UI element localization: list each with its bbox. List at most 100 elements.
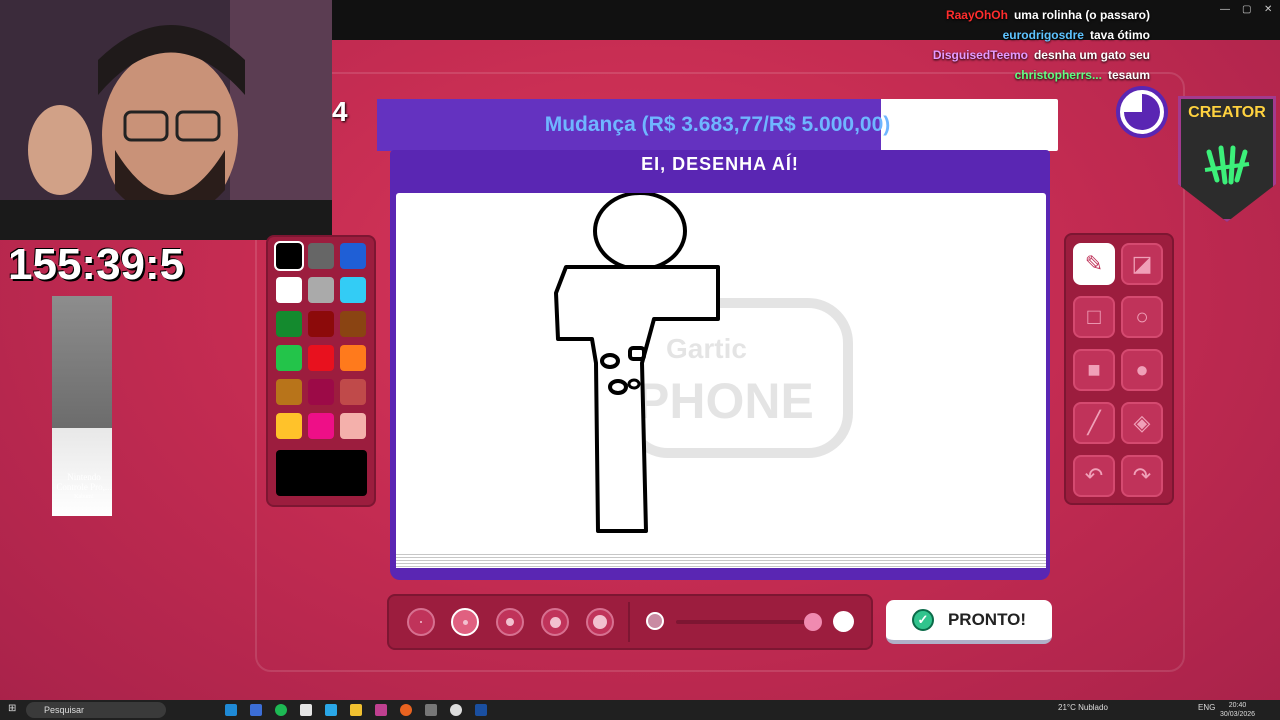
color-swatch[interactable] [276,311,302,337]
drawing-canvas[interactable]: Gartic PHONE [396,191,1046,568]
obs-icon[interactable] [450,704,462,716]
color-swatch[interactable] [340,413,366,439]
color-swatch[interactable] [340,379,366,405]
creator-badge-label: CREATOR [1188,104,1266,121]
taskbar-weather[interactable]: 21°C Nublado [1058,703,1108,712]
color-swatch[interactable] [308,243,334,269]
chat-message: DisguisedTeemo desnha um gato seu [933,48,1150,62]
round-number: 4 [332,96,348,127]
circle-outline-tool[interactable]: ○ [1121,296,1163,338]
line-icon: ╱ [1087,410,1101,435]
brush-size-button[interactable] [586,608,614,636]
color-swatch[interactable] [308,311,334,337]
color-swatch[interactable] [276,277,302,303]
taskbar-date: 30/03/2026 [1220,711,1256,718]
check-icon: ✓ [911,609,934,631]
undo-icon: ↶ [1084,463,1104,488]
redo-button[interactable]: ↷ [1121,455,1163,497]
circle-fill-icon: ● [1135,357,1149,382]
chat-message: RaayOhOh uma rolinha (o passaro) [946,8,1150,22]
screen: RaayOhOh uma rolinha (o passaro) eurodrig… [0,0,1280,720]
chat-username: DisguisedTeemo [932,48,1028,62]
color-swatch[interactable] [308,277,334,303]
color-swatch[interactable] [340,277,366,303]
color-swatch[interactable] [340,345,366,371]
chat-text: uma rolinha (o passaro) [1013,8,1150,22]
rectangle-fill-tool[interactable]: ■ [1073,349,1115,391]
current-color-preview [276,450,367,496]
opacity-slider-track[interactable] [676,620,812,624]
brush-size-button[interactable] [407,608,435,636]
taskbar-clock[interactable]: 20:40 30/03/2026 [1220,701,1255,719]
brush-dot-icon [593,615,607,629]
undo-button[interactable]: ↶ [1073,455,1115,497]
color-swatch[interactable] [308,345,334,371]
opacity-max-icon [833,611,854,632]
chat-username: eurodrigosdre [1002,28,1084,42]
chat-username: RaayOhOh [945,8,1008,22]
brush-dot-icon [506,618,514,626]
color-swatch[interactable] [276,379,302,405]
app-icon[interactable] [250,704,262,716]
brush-dot-icon [549,616,561,628]
eraser-icon: ◪ [1131,251,1153,276]
color-swatch[interactable] [276,345,302,371]
circle-fill-tool[interactable]: ● [1121,349,1163,391]
app-icon[interactable] [325,704,337,716]
chat-text: tava ótimo [1089,28,1150,42]
color-swatch[interactable] [308,413,334,439]
brush-size-button[interactable] [496,608,524,636]
firefox-icon[interactable] [400,704,412,716]
opacity-slider-handle[interactable] [804,613,822,631]
color-swatch[interactable] [274,241,304,271]
webcam-feed [0,0,332,240]
spotify-icon[interactable] [275,704,287,716]
circle-outline-icon: ○ [1135,304,1149,329]
brush-size-button[interactable] [451,608,479,636]
app-icon[interactable] [375,704,387,716]
bucket-tool[interactable]: ◈ [1121,402,1163,444]
product-caption: Nintendo Controle Pro,... Kabum! [56,472,112,502]
taskbar-search[interactable]: Pesquisar [26,702,166,718]
brush-size-button[interactable] [541,608,569,636]
chat-message: eurodrigosdre tava ótimo [1003,28,1150,42]
rectangle-fill-icon: ■ [1087,357,1101,382]
redo-icon: ↷ [1132,463,1152,488]
color-swatch[interactable] [308,379,334,405]
svg-text:PHONE: PHONE [636,373,814,429]
windows-start-icon[interactable]: ⊞ [8,703,16,714]
pencil-icon: ✎ [1084,251,1104,276]
product-name: Nintendo Controle Pro,... [56,472,112,492]
streamer-image [0,0,332,240]
brush-dot-icon [420,621,422,623]
color-swatch[interactable] [340,311,366,337]
stream-timer: 155:39:5 [8,240,185,289]
line-tool[interactable]: ╱ [1073,402,1115,444]
app-icon[interactable] [425,704,437,716]
ready-button[interactable]: ✓ PRONTO! [886,600,1052,644]
steam-icon[interactable] [475,704,487,716]
close-icon[interactable]: ✕ [1264,4,1272,15]
claw-logo-icon [1204,145,1250,185]
svg-text:Gartic: Gartic [666,333,747,364]
canvas-paper-edge [396,552,1046,568]
drawing-strokes: Gartic PHONE [554,191,853,533]
minimize-icon[interactable]: — [1220,4,1230,15]
rectangle-outline-tool[interactable]: □ [1073,296,1115,338]
opacity-min-icon [646,612,664,630]
color-swatch[interactable] [340,243,366,269]
rectangle-outline-icon: □ [1087,304,1101,329]
maximize-icon[interactable]: ▢ [1242,4,1251,15]
prompt-banner: EI, DESENHA AÍ! [390,150,1050,190]
divider [628,602,630,642]
app-icon[interactable] [300,704,312,716]
taskbar-time: 20:40 [1228,702,1247,709]
pencil-tool[interactable]: ✎ [1073,243,1115,285]
color-swatch[interactable] [276,413,302,439]
folder-icon[interactable] [350,704,362,716]
edge-icon[interactable] [225,704,237,716]
taskbar-language[interactable]: ENG [1198,703,1215,712]
product-store: Kabum! [74,494,94,500]
eraser-tool[interactable]: ◪ [1121,243,1163,285]
gartic-phone-watermark: Gartic PHONE [623,298,853,458]
